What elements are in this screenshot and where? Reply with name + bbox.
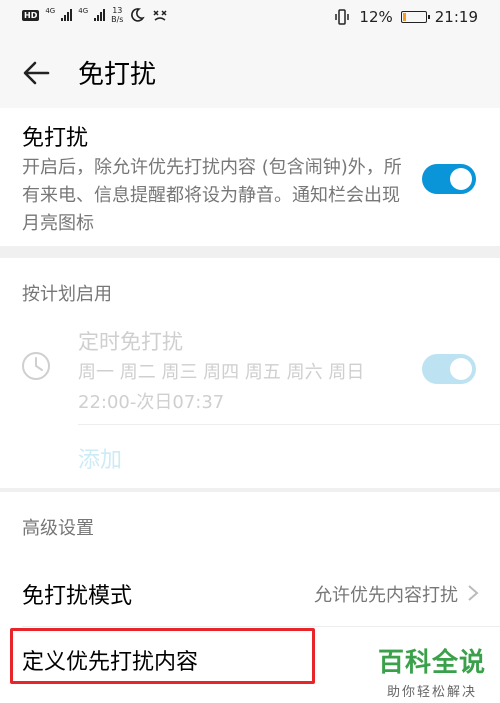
- advanced-section: 高级设置 免打扰模式 允许优先内容打扰 定义优先打扰内容 百科全说 助你轻松解决: [0, 492, 500, 703]
- toggle-knob: [450, 358, 472, 380]
- timer-title[interactable]: 定时免打扰: [78, 326, 183, 356]
- network-type-2: 4G: [78, 6, 89, 15]
- timer-toggle[interactable]: [422, 354, 476, 384]
- dnd-toggle[interactable]: [422, 164, 476, 194]
- toggle-knob: [450, 168, 472, 190]
- dnd-description: 开启后，除允许优先打扰内容 (包含闹钟)外，所有来电、信息提醒都将设为静音。通知…: [22, 157, 402, 234]
- highlight-box: [10, 628, 315, 684]
- watermark-subtitle: 助你轻松解决: [386, 685, 477, 700]
- signal-icon: [94, 9, 106, 21]
- chevron-right-icon[interactable]: [466, 583, 480, 603]
- dnd-mode-label[interactable]: 免打扰模式: [22, 578, 132, 610]
- battery-icon: [400, 11, 430, 23]
- back-arrow-icon[interactable]: [20, 56, 54, 90]
- title-bar: 免打扰: [0, 38, 500, 108]
- divider: [78, 424, 500, 425]
- signal-icon: [61, 9, 73, 21]
- watermark: 百科全说 助你轻松解决: [378, 642, 486, 700]
- status-bar-left: HD 4G 4G 13 B/s: [22, 6, 169, 24]
- dnd-mode-value[interactable]: 允许优先内容打扰: [314, 581, 458, 607]
- hd-badge: HD: [22, 9, 40, 21]
- battery-percent: 12%: [359, 8, 393, 26]
- battery-fill: [402, 13, 406, 21]
- clock-icon: [22, 352, 50, 380]
- advanced-header: 高级设置: [22, 518, 94, 539]
- schedule-header: 按计划启用: [22, 284, 112, 305]
- status-bar-right: 12% 21:19: [333, 8, 478, 26]
- add-schedule-button[interactable]: 添加: [78, 442, 122, 474]
- dnd-label: 免打扰: [22, 126, 89, 151]
- status-bar: HD 4G 4G 13 B/s 12% 21:19: [0, 0, 500, 38]
- divider: [22, 626, 500, 627]
- vibrate-icon: [335, 9, 350, 25]
- dnd-card[interactable]: 免打扰 开启后，除允许优先打扰内容 (包含闹钟)外，所有来电、信息提醒都将设为静…: [0, 108, 500, 246]
- timer-time: 22:00-次日07:37: [78, 392, 225, 413]
- notification-muted-icon: [153, 10, 168, 21]
- schedule-section: 按计划启用 定时免打扰 周一 周二 周三 周四 周五 周六 周日 22:00-次…: [0, 258, 500, 488]
- clock-time: 21:19: [434, 8, 478, 26]
- network-speed: 13 B/s: [111, 6, 124, 24]
- page-title: 免打扰: [78, 60, 157, 90]
- moon-icon: [131, 8, 146, 22]
- watermark-title: 百科全说: [377, 648, 486, 678]
- timer-days: 周一 周二 周三 周四 周五 周六 周日: [78, 362, 365, 383]
- network-type-1: 4G: [45, 6, 56, 15]
